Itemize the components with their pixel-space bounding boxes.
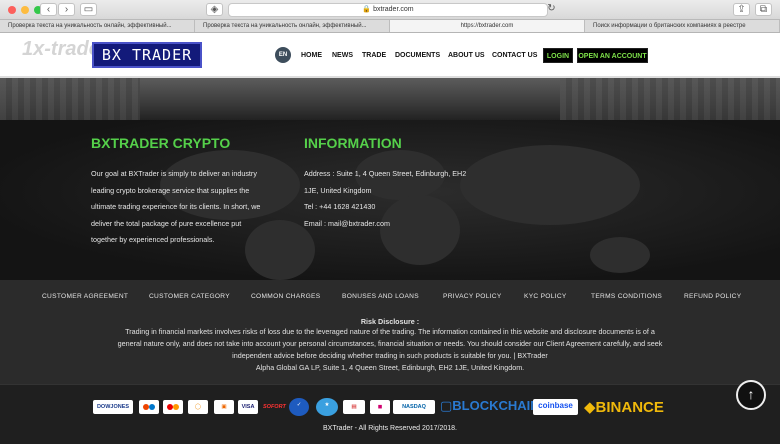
close-window-icon[interactable] <box>8 6 16 14</box>
address-line: 1JE, United Kingdom <box>304 185 372 195</box>
copyright-text: BXTrader - All Rights Reserved 2017/2018… <box>323 425 457 432</box>
lock-icon: 🔒 <box>362 6 372 13</box>
window-controls <box>8 6 42 14</box>
hero-banner <box>0 78 780 120</box>
tab-bar: Проверка текста на уникальность онлайн, … <box>0 20 780 33</box>
ecopayz-logo: ▣ <box>214 400 234 414</box>
sidebar-icon[interactable]: ▭ <box>80 3 97 16</box>
login-button[interactable]: LOGIN <box>543 48 573 63</box>
tabs-overview-icon[interactable]: ⧉ <box>755 3 772 16</box>
payment-logo: ◼ <box>370 400 390 414</box>
reload-icon[interactable]: ↻ <box>543 3 560 16</box>
shield-icon[interactable]: ◈ <box>206 3 223 16</box>
information-text: Address : Suite 1, 4 Queen Street, Edinb… <box>304 166 504 232</box>
about-text: Our goal at BXTrader is simply to delive… <box>91 166 291 249</box>
link-kyc-policy[interactable]: KYC POLICY <box>524 293 567 300</box>
maestro-logo <box>139 400 159 414</box>
minimize-window-icon[interactable] <box>21 6 29 14</box>
phone-line: Tel : +44 1628 421430 <box>304 202 376 211</box>
url-text: bxtrader.com <box>373 6 414 13</box>
dowjones-logo: DOWJONES <box>93 400 133 414</box>
binance-logo: ◆BINANCE <box>584 399 664 416</box>
nav-documents[interactable]: DOCUMENTS <box>395 52 440 59</box>
footer-links: CUSTOMER AGREEMENT CUSTOMER CATEGORY COM… <box>0 280 780 314</box>
tab-1[interactable]: Проверка текста на уникальность онлайн, … <box>0 20 195 32</box>
about-line: leading crypto brokerage service that su… <box>91 185 250 195</box>
risk-line: general nature only, and does not take i… <box>117 339 663 348</box>
information-heading: INFORMATION <box>304 135 402 151</box>
hero-machinery-right <box>560 78 780 120</box>
about-line: together by experienced professionals. <box>91 235 215 244</box>
qiwi-logo: ◯ <box>188 400 208 414</box>
nav-news[interactable]: NEWS <box>332 52 353 59</box>
back-button[interactable]: ‹ <box>40 3 57 16</box>
nav-trade[interactable]: TRADE <box>362 52 386 59</box>
share-icon[interactable]: ⇪ <box>733 3 750 16</box>
scroll-to-top-button[interactable]: ↑ <box>736 380 766 410</box>
payment-logos: DOWJONES ◯ ▣ VISA SOFORT ✓ ★ ▤ ◼ NASDAQ … <box>0 384 780 444</box>
about-line: ultimate trading experience for its clie… <box>91 202 261 211</box>
forward-button[interactable]: › <box>58 3 75 16</box>
address-line: Address : Suite 1, 4 Queen Street, Edinb… <box>304 169 467 178</box>
secure-badge-icon: ★ <box>316 398 338 416</box>
site-logo[interactable]: BX TRADER <box>92 42 202 68</box>
nav-contact-us[interactable]: CONTACT US <box>492 52 537 59</box>
sofort-logo: SOFORT <box>263 404 286 410</box>
risk-line: Alpha Global GA LP, Suite 1, 4 Queen Str… <box>255 363 525 372</box>
about-line: deliver the total package of pure excell… <box>91 218 242 228</box>
email-line[interactable]: Email : mail@bxtrader.com <box>304 216 504 233</box>
mastercard-logo <box>163 400 183 414</box>
nav-home[interactable]: HOME <box>301 52 322 59</box>
link-terms-conditions[interactable]: TERMS CONDITIONS <box>591 293 662 300</box>
risk-line: Trading in financial markets involves ri… <box>125 327 655 336</box>
link-bonuses-and-loans[interactable]: BONUSES AND LOANS <box>342 293 419 300</box>
open-account-button[interactable]: OPEN AN ACCOUNT <box>577 48 648 63</box>
tab-4[interactable]: Поиск информации о британских компаниях … <box>585 20 780 32</box>
visa-logo: VISA <box>238 400 258 414</box>
ssl-badge-icon: ✓ <box>289 398 309 416</box>
nasdaq-logo: NASDAQ <box>393 400 435 414</box>
about-heading: BXTRADER CRYPTO <box>91 135 231 151</box>
link-refund-policy[interactable]: REFUND POLICY <box>684 293 741 300</box>
site-header: 1x-traders BX TRADER EN HOME NEWS TRADE … <box>0 33 780 78</box>
arrow-up-icon: ↑ <box>747 386 755 402</box>
risk-title: Risk Disclosure : <box>360 317 420 326</box>
info-section: BXTRADER CRYPTO Our goal at BXTrader is … <box>0 120 780 280</box>
risk-line: independent advice before deciding wheth… <box>232 351 548 360</box>
tab-2[interactable]: Проверка текста на уникальность онлайн, … <box>195 20 390 32</box>
blockchain-logo: ▢BLOCKCHAIN <box>440 398 540 413</box>
address-bar[interactable]: 🔒 bxtrader.com <box>228 3 548 17</box>
coinbase-logo: coinbase <box>533 399 578 415</box>
hero-machinery-left <box>0 78 140 120</box>
language-switch[interactable]: EN <box>275 47 291 63</box>
link-privacy-policy[interactable]: PRIVACY POLICY <box>443 293 502 300</box>
link-customer-agreement[interactable]: CUSTOMER AGREEMENT <box>42 293 128 300</box>
risk-disclosure: Risk Disclosure : Trading in financial m… <box>0 314 780 384</box>
about-line: Our goal at BXTrader is simply to delive… <box>91 169 257 178</box>
link-customer-category[interactable]: CUSTOMER CATEGORY <box>149 293 230 300</box>
browser-toolbar: ‹ › ▭ ◈ 🔒 bxtrader.com ↻ ⇪ ⧉ <box>0 0 780 20</box>
nav-about-us[interactable]: ABOUT US <box>448 52 485 59</box>
unionpay-logo: ▤ <box>343 400 365 414</box>
link-common-charges[interactable]: COMMON CHARGES <box>251 293 320 300</box>
tab-3-active[interactable]: https://bxtrader.com <box>390 20 585 32</box>
